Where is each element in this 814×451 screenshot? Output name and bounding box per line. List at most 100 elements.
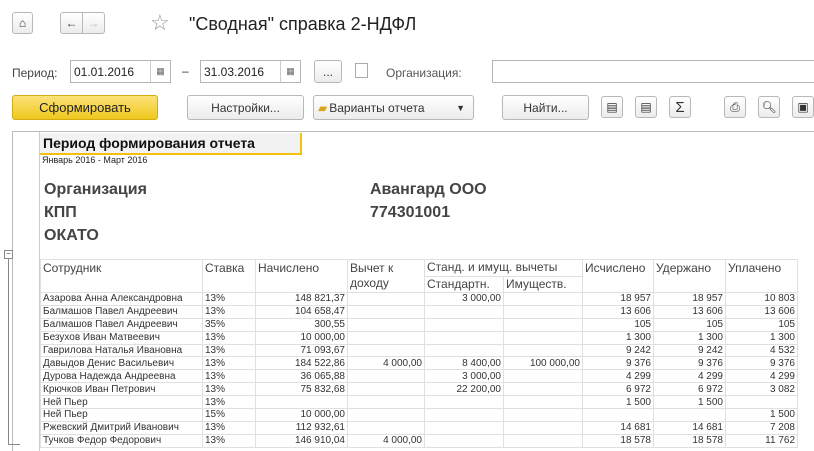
- cell-standard[interactable]: [424, 330, 504, 345]
- cell-deduction[interactable]: [347, 343, 425, 358]
- cell-deduction[interactable]: [347, 420, 425, 435]
- cell-withheld[interactable]: [653, 408, 726, 422]
- calendar-icon[interactable]: ▦: [150, 61, 170, 82]
- cell-paid[interactable]: 10 803: [725, 292, 798, 306]
- cell-paid[interactable]: 13 606: [725, 304, 798, 319]
- period-header-cell[interactable]: Период формирования отчета: [40, 133, 302, 155]
- cell-paid[interactable]: 105: [725, 317, 798, 332]
- cell-rate[interactable]: 13%: [202, 420, 256, 435]
- cell-calculated[interactable]: 14 681: [582, 420, 654, 435]
- cell-withheld[interactable]: 105: [653, 317, 726, 332]
- back-button[interactable]: ←: [60, 12, 83, 34]
- collapse-groups-icon[interactable]: ▤: [635, 96, 657, 118]
- table-row[interactable]: Тучков Федор Федорович 13% 146 910,04 4 000…: [40, 433, 798, 448]
- cell-calculated[interactable]: [582, 408, 654, 422]
- cell-calculated[interactable]: 9 376: [582, 356, 654, 371]
- cell-calculated[interactable]: 1 500: [582, 395, 654, 410]
- cell-property[interactable]: [503, 304, 583, 319]
- org-field[interactable]: [492, 60, 814, 83]
- cell-calculated[interactable]: 18 578: [582, 433, 654, 448]
- cell-accrued[interactable]: 36 065,88: [255, 369, 348, 384]
- cell-paid[interactable]: 1 300: [725, 330, 798, 345]
- cell-property[interactable]: 100 000,00: [503, 356, 583, 371]
- settings-button[interactable]: Настройки...: [187, 95, 304, 120]
- collapse-group-icon[interactable]: −: [4, 250, 13, 259]
- cell-standard[interactable]: [424, 395, 504, 410]
- table-row[interactable]: Ней Пьер 15% 10 000,00 1 500: [40, 408, 798, 422]
- cell-rate[interactable]: 13%: [202, 304, 256, 319]
- cell-deduction[interactable]: [347, 292, 425, 306]
- cell-rate[interactable]: 13%: [202, 382, 256, 397]
- cell-withheld[interactable]: 1 500: [653, 395, 726, 410]
- preview-icon[interactable]: 🔍︎: [758, 96, 780, 118]
- cell-property[interactable]: [503, 420, 583, 435]
- date-from-field[interactable]: 01.01.2016 ▦: [70, 60, 171, 83]
- cell-calculated[interactable]: 18 957: [582, 292, 654, 306]
- cell-withheld[interactable]: 18 957: [653, 292, 726, 306]
- cell-rate[interactable]: 13%: [202, 369, 256, 384]
- date-to-field[interactable]: 31.03.2016 ▦: [200, 60, 301, 83]
- table-row[interactable]: Безухов Иван Матвеевич 13% 10 000,00 1 300 1…: [40, 330, 798, 345]
- cell-rate[interactable]: 13%: [202, 395, 256, 410]
- cell-accrued[interactable]: 184 522,86: [255, 356, 348, 371]
- cell-employee[interactable]: Ней Пьер: [40, 395, 203, 410]
- home-button[interactable]: ⌂: [12, 12, 33, 34]
- expand-groups-icon[interactable]: ▤: [601, 96, 623, 118]
- cell-rate[interactable]: 13%: [202, 330, 256, 345]
- cell-calculated[interactable]: 4 299: [582, 369, 654, 384]
- cell-property[interactable]: [503, 382, 583, 397]
- cell-standard[interactable]: [424, 408, 504, 422]
- forward-button[interactable]: →: [82, 12, 105, 34]
- cell-deduction[interactable]: [347, 408, 425, 422]
- cell-property[interactable]: [503, 395, 583, 410]
- cell-property[interactable]: [503, 369, 583, 384]
- cell-employee[interactable]: Безухов Иван Матвеевич: [40, 330, 203, 345]
- cell-calculated[interactable]: 9 242: [582, 343, 654, 358]
- cell-withheld[interactable]: 6 972: [653, 382, 726, 397]
- cell-withheld[interactable]: 13 606: [653, 304, 726, 319]
- cell-employee[interactable]: Гаврилова Наталья Ивановна: [40, 343, 203, 358]
- print-icon[interactable]: ⎙: [724, 96, 746, 118]
- table-row[interactable]: Давыдов Денис Васильевич 13% 184 522,86 4 0…: [40, 356, 798, 371]
- cell-rate[interactable]: 13%: [202, 343, 256, 358]
- cell-calculated[interactable]: 6 972: [582, 382, 654, 397]
- cell-deduction[interactable]: [347, 330, 425, 345]
- cell-accrued[interactable]: 104 658,47: [255, 304, 348, 319]
- cell-accrued[interactable]: 146 910,04: [255, 433, 348, 448]
- cell-employee[interactable]: Азарова Анна Александровна: [40, 292, 203, 306]
- generate-button[interactable]: Сформировать: [12, 95, 158, 120]
- cell-property[interactable]: [503, 408, 583, 422]
- table-row[interactable]: Балмашов Павел Андреевич 35% 300,55 105 105 1…: [40, 317, 798, 332]
- cell-deduction[interactable]: [347, 304, 425, 319]
- cell-rate[interactable]: 13%: [202, 433, 256, 448]
- cell-accrued[interactable]: 10 000,00: [255, 408, 348, 422]
- cell-employee[interactable]: Ней Пьер: [40, 408, 203, 422]
- cell-accrued[interactable]: 112 932,61: [255, 420, 348, 435]
- calendar-icon[interactable]: ▦: [280, 61, 300, 82]
- cell-withheld[interactable]: 1 300: [653, 330, 726, 345]
- cell-paid[interactable]: 3 082: [725, 382, 798, 397]
- cell-standard[interactable]: [424, 304, 504, 319]
- table-row[interactable]: Дурова Надежда Андреевна 13% 36 065,88 3 00…: [40, 369, 798, 384]
- cell-standard[interactable]: [424, 317, 504, 332]
- cell-property[interactable]: [503, 330, 583, 345]
- table-row[interactable]: Ржевский Дмитрий Иванович 13% 112 932,61 14…: [40, 420, 798, 435]
- cell-employee[interactable]: Давыдов Денис Васильевич: [40, 356, 203, 371]
- cell-deduction[interactable]: [347, 369, 425, 384]
- cell-paid[interactable]: 4 299: [725, 369, 798, 384]
- variants-button[interactable]: ▰ Варианты отчета ▼: [313, 95, 474, 120]
- table-row[interactable]: Ней Пьер 13% 1 500 1 500: [40, 395, 798, 410]
- cell-calculated[interactable]: 13 606: [582, 304, 654, 319]
- cell-accrued[interactable]: 71 093,67: [255, 343, 348, 358]
- cell-paid[interactable]: 11 762: [725, 433, 798, 448]
- cell-employee[interactable]: Ржевский Дмитрий Иванович: [40, 420, 203, 435]
- table-row[interactable]: Балмашов Павел Андреевич 13% 104 658,47 13 …: [40, 304, 798, 319]
- cell-employee[interactable]: Крючков Иван Петрович: [40, 382, 203, 397]
- cell-rate[interactable]: 13%: [202, 292, 256, 306]
- cell-rate[interactable]: 15%: [202, 408, 256, 422]
- cell-rate[interactable]: 13%: [202, 356, 256, 371]
- cell-deduction[interactable]: [347, 395, 425, 410]
- cell-accrued[interactable]: 148 821,37: [255, 292, 348, 306]
- find-button[interactable]: Найти...: [502, 95, 589, 120]
- save-icon[interactable]: ▣: [792, 96, 814, 118]
